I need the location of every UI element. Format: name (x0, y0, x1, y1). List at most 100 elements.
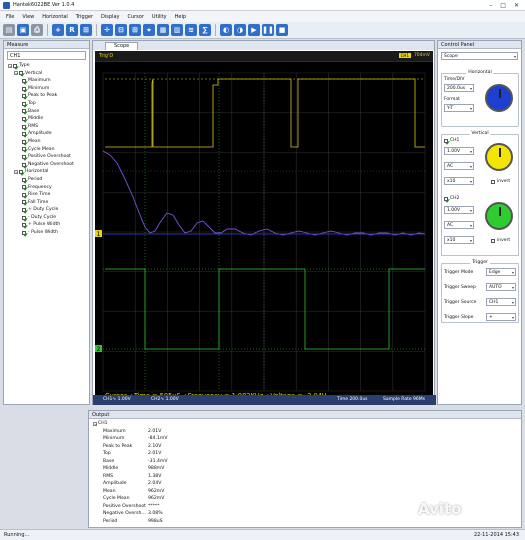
checkbox[interactable] (22, 109, 26, 114)
checkbox[interactable] (22, 78, 26, 83)
checkbox[interactable] (19, 71, 23, 76)
tree-item[interactable]: Amplitude (8, 130, 89, 138)
minimize-icon[interactable]: – (489, 2, 492, 9)
tree-item[interactable]: Period (8, 176, 89, 184)
menu-view[interactable]: View (22, 14, 34, 20)
close-icon[interactable]: ✕ (514, 2, 519, 9)
ch1-coupling-select[interactable]: AC (444, 162, 474, 170)
ch2-enable[interactable]: CH2 (444, 196, 459, 201)
checkbox[interactable] (22, 192, 26, 197)
reference-icon[interactable]: R (66, 24, 78, 36)
mode-select[interactable]: Scope (441, 52, 518, 60)
tree-item[interactable]: Top (8, 100, 89, 108)
menu-display[interactable]: Display (101, 14, 119, 20)
checkbox[interactable] (491, 179, 495, 184)
checkbox[interactable] (22, 230, 26, 235)
auto-icon[interactable]: ◐ (220, 24, 232, 36)
tree-item[interactable]: + Duty Cycle (8, 206, 89, 214)
ch2-coupling-select[interactable]: AC (444, 221, 474, 229)
tab-scope[interactable]: Scope (105, 42, 139, 50)
tree-item[interactable]: - Pulse Width (8, 229, 89, 237)
zoom-in-icon[interactable]: + (52, 24, 64, 36)
ch2-volt-select[interactable]: 1.00V (444, 206, 474, 214)
cursor-v-icon[interactable]: ⊞ (129, 24, 141, 36)
single-icon[interactable]: ◑ (234, 24, 246, 36)
tree-item[interactable]: Minimum (8, 85, 89, 93)
menu-trigger[interactable]: Trigger (76, 14, 93, 20)
checkbox[interactable] (22, 139, 26, 144)
tree-horizontal[interactable]: − Horizontal (8, 168, 89, 176)
measure-icon[interactable]: ▦ (157, 24, 169, 36)
tree-item[interactable]: RMS (8, 123, 89, 131)
fft-icon[interactable]: ≋ (185, 24, 197, 36)
cursor-h-icon[interactable]: ⊟ (115, 24, 127, 36)
ch1-volt-knob[interactable] (485, 143, 513, 171)
checkbox[interactable] (22, 154, 26, 159)
timebase-knob[interactable] (485, 84, 513, 112)
print-icon[interactable]: ⎙ (31, 24, 43, 36)
checkbox[interactable] (22, 86, 26, 91)
checkbox[interactable] (22, 185, 26, 190)
ch1-probe-select[interactable]: x10 (444, 177, 474, 185)
tree-item[interactable]: Negative Overshoot (8, 161, 89, 169)
menu-horizontal[interactable]: Horizontal (42, 14, 68, 20)
tree-root[interactable]: − Type (8, 62, 89, 70)
tree-item[interactable]: Rise Time (8, 191, 89, 199)
cursor-track-icon[interactable]: ⌖ (143, 24, 155, 36)
checkbox[interactable] (491, 238, 495, 243)
timediv-select[interactable]: 200.0us (444, 84, 474, 92)
tree-item[interactable]: - Duty Cycle (8, 214, 89, 222)
tree-item[interactable]: Peak to Peak (8, 92, 89, 100)
checkbox[interactable] (22, 116, 26, 121)
trigger-source-select[interactable]: CH1 (486, 298, 516, 306)
ch1-enable[interactable]: CH1 (444, 138, 459, 143)
tree-item[interactable]: + Pulse Width (8, 221, 89, 229)
trigger-sweep-select[interactable]: AUTO (486, 283, 516, 291)
checkbox[interactable] (22, 215, 26, 220)
tree-vertical[interactable]: − Vertical (8, 70, 89, 78)
checkbox[interactable] (22, 162, 26, 167)
format-select[interactable]: Y-T (444, 104, 474, 112)
fit-icon[interactable]: ⊞ (80, 24, 92, 36)
tree-item[interactable]: Maximum (8, 77, 89, 85)
math-icon[interactable]: ∑ (199, 24, 211, 36)
checkbox[interactable] (22, 200, 26, 205)
checkbox[interactable] (444, 138, 448, 143)
tree-item[interactable]: Mean (8, 138, 89, 146)
checkbox[interactable] (22, 208, 26, 213)
cursor-cross-icon[interactable]: ✛ (101, 24, 113, 36)
tree-item[interactable]: Positive Overshoot (8, 153, 89, 161)
menu-utility[interactable]: Utility (152, 14, 167, 20)
checkbox[interactable] (22, 94, 26, 99)
menu-help[interactable]: Help (175, 14, 186, 20)
checkbox[interactable] (22, 147, 26, 152)
trigger-slope-select[interactable]: + (486, 313, 516, 321)
maximize-icon[interactable]: □ (500, 2, 506, 9)
checkbox[interactable] (22, 101, 26, 106)
ch1-invert[interactable]: invert (491, 179, 510, 184)
ch2-invert[interactable]: invert (491, 238, 510, 243)
grid-icon[interactable]: ▥ (171, 24, 183, 36)
tree-item[interactable]: Middle (8, 115, 89, 123)
tree-item[interactable]: Base (8, 108, 89, 116)
checkbox[interactable] (22, 223, 26, 228)
trigger-mode-select[interactable]: Edge (486, 268, 516, 276)
ch1-volt-select[interactable]: 1.00V (444, 147, 474, 155)
save-icon[interactable]: ▣ (17, 24, 29, 36)
stop-icon[interactable]: ■ (276, 24, 288, 36)
scope-display[interactable]: Trig'D CH1 704mV 1 2 (95, 51, 433, 405)
measure-channel-select[interactable]: CH1 (7, 51, 86, 60)
checkbox[interactable] (22, 124, 26, 129)
tree-item[interactable]: Frequency (8, 184, 89, 192)
tree-item[interactable]: Fall Time (8, 199, 89, 207)
run-icon[interactable]: ▶ (248, 24, 260, 36)
tree-item[interactable]: Cycle Mean (8, 146, 89, 154)
menu-cursor[interactable]: Cursor (127, 14, 143, 20)
checkbox[interactable] (444, 196, 448, 201)
pause-icon[interactable]: ❚❚ (262, 24, 274, 36)
ch2-probe-select[interactable]: x10 (444, 236, 474, 244)
checkbox[interactable] (19, 170, 23, 175)
menu-file[interactable]: File (6, 14, 14, 20)
checkbox[interactable] (22, 132, 26, 137)
open-icon[interactable]: ▤ (3, 24, 15, 36)
